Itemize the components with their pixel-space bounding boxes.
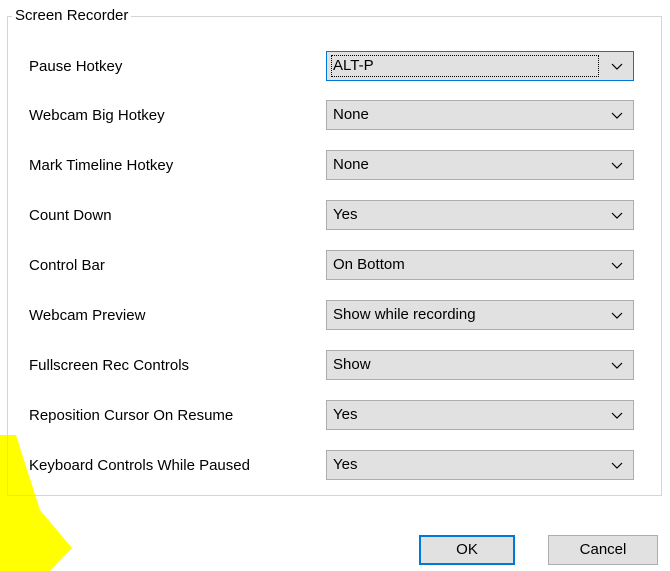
chevron-down-icon — [611, 312, 623, 319]
mark-timeline-hotkey-label: Mark Timeline Hotkey — [29, 157, 174, 174]
chevron-down-icon — [611, 412, 623, 419]
webcam-preview-value: Show while recording — [333, 306, 476, 323]
keyboard-controls-paused-dropdown[interactable]: Yes — [326, 450, 634, 480]
count-down-label: Count Down — [29, 207, 112, 224]
chevron-down-icon — [611, 462, 623, 469]
control-bar-dropdown[interactable]: On Bottom — [326, 250, 634, 280]
mark-timeline-hotkey-value: None — [333, 156, 369, 173]
mark-timeline-hotkey-dropdown[interactable]: None — [326, 150, 634, 180]
pause-hotkey-label: Pause Hotkey — [29, 58, 123, 75]
ok-button[interactable]: OK — [419, 535, 515, 565]
chevron-down-icon — [611, 112, 623, 119]
control-bar-label: Control Bar — [29, 257, 105, 274]
chevron-down-icon — [611, 262, 623, 269]
count-down-dropdown[interactable]: Yes — [326, 200, 634, 230]
pause-hotkey-dropdown[interactable]: ALT-P — [326, 51, 634, 81]
fullscreen-rec-controls-dropdown[interactable]: Show — [326, 350, 634, 380]
fullscreen-rec-controls-value: Show — [333, 356, 371, 373]
pause-hotkey-value: ALT-P — [333, 57, 374, 74]
fullscreen-rec-controls-label: Fullscreen Rec Controls — [29, 357, 190, 374]
reposition-cursor-label: Reposition Cursor On Resume — [29, 407, 234, 424]
keyboard-controls-paused-value: Yes — [333, 456, 358, 473]
chevron-down-icon — [611, 212, 623, 219]
control-bar-value: On Bottom — [333, 256, 405, 273]
webcam-preview-dropdown[interactable]: Show while recording — [326, 300, 634, 330]
group-title: Screen Recorder — [12, 6, 132, 26]
count-down-value: Yes — [333, 206, 358, 223]
reposition-cursor-value: Yes — [333, 406, 358, 423]
webcam-big-hotkey-dropdown[interactable]: None — [326, 100, 634, 130]
reposition-cursor-dropdown[interactable]: Yes — [326, 400, 634, 430]
webcam-big-hotkey-label: Webcam Big Hotkey — [29, 107, 165, 124]
webcam-preview-label: Webcam Preview — [29, 307, 146, 324]
webcam-big-hotkey-value: None — [333, 106, 369, 123]
cancel-button[interactable]: Cancel — [548, 535, 658, 565]
chevron-down-icon — [611, 162, 623, 169]
keyboard-controls-paused-label: Keyboard Controls While Paused — [29, 457, 250, 474]
chevron-down-icon — [611, 63, 623, 70]
chevron-down-icon — [611, 362, 623, 369]
